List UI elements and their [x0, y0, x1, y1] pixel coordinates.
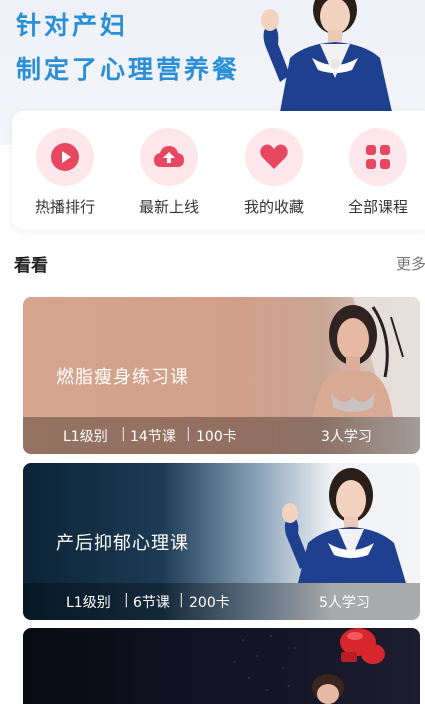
quick-entry-label: 热播排行 [34, 198, 95, 216]
info-divider: | [121, 426, 126, 442]
quick-entry-label: 最新上线 [138, 198, 199, 216]
course-calories: 200卡 [189, 595, 230, 611]
quick-entry-hot-ranking[interactable]: 热播排行 [25, 128, 105, 217]
course-thumbnail-image [313, 297, 420, 417]
quick-entry-label: 我的收藏 [243, 198, 304, 216]
course-thumbnail-image [234, 628, 385, 704]
info-divider: | [124, 592, 129, 608]
quick-entry-label: 全部课程 [347, 198, 408, 216]
course-learners: 5人学习 [319, 595, 370, 611]
info-divider: | [179, 592, 184, 608]
course-info-bar: L1级别 | 14节课 | 100卡 3人学习 [23, 417, 420, 454]
section-title: 看看 [14, 256, 48, 276]
course-calories: 100卡 [196, 429, 237, 445]
course-lessons: 14节课 [130, 429, 176, 445]
play-icon [36, 128, 94, 186]
course-level: L1级别 [66, 595, 111, 611]
course-lessons: 6节课 [133, 595, 170, 611]
course-card[interactable] [23, 628, 420, 704]
banner-title-line2: 制定了心理营养餐 [16, 55, 241, 84]
grid-icon [349, 128, 407, 186]
course-learners: 3人学习 [321, 429, 372, 445]
quick-entry-latest[interactable]: 最新上线 [129, 128, 209, 217]
banner-title-line1: 针对产妇 [16, 11, 129, 40]
quick-entry-card: 热播排行 最新上线 我的收藏 全部课程 [12, 111, 425, 230]
course-level: L1级别 [63, 429, 108, 445]
upload-icon [140, 128, 198, 186]
info-divider: | [186, 426, 191, 442]
banner-person-image [261, 0, 392, 112]
course-thumbnail-image [282, 468, 406, 583]
course-card[interactable]: 燃脂瘦身练习课 L1级别 | 14节课 | 100卡 3人学习 [23, 297, 420, 454]
quick-entry-favorites[interactable]: 我的收藏 [234, 128, 314, 217]
more-link[interactable]: 更多 [396, 253, 425, 274]
course-card[interactable]: 产后抑郁心理课 L1级别 | 6节课 | 200卡 5人学习 [23, 463, 420, 620]
heart-icon [245, 128, 303, 186]
course-title: 燃脂瘦身练习课 [56, 367, 189, 388]
course-title: 产后抑郁心理课 [56, 533, 189, 554]
course-info-bar: L1级别 | 6节课 | 200卡 5人学习 [23, 583, 420, 620]
quick-entry-all-courses[interactable]: 全部课程 [338, 128, 418, 217]
